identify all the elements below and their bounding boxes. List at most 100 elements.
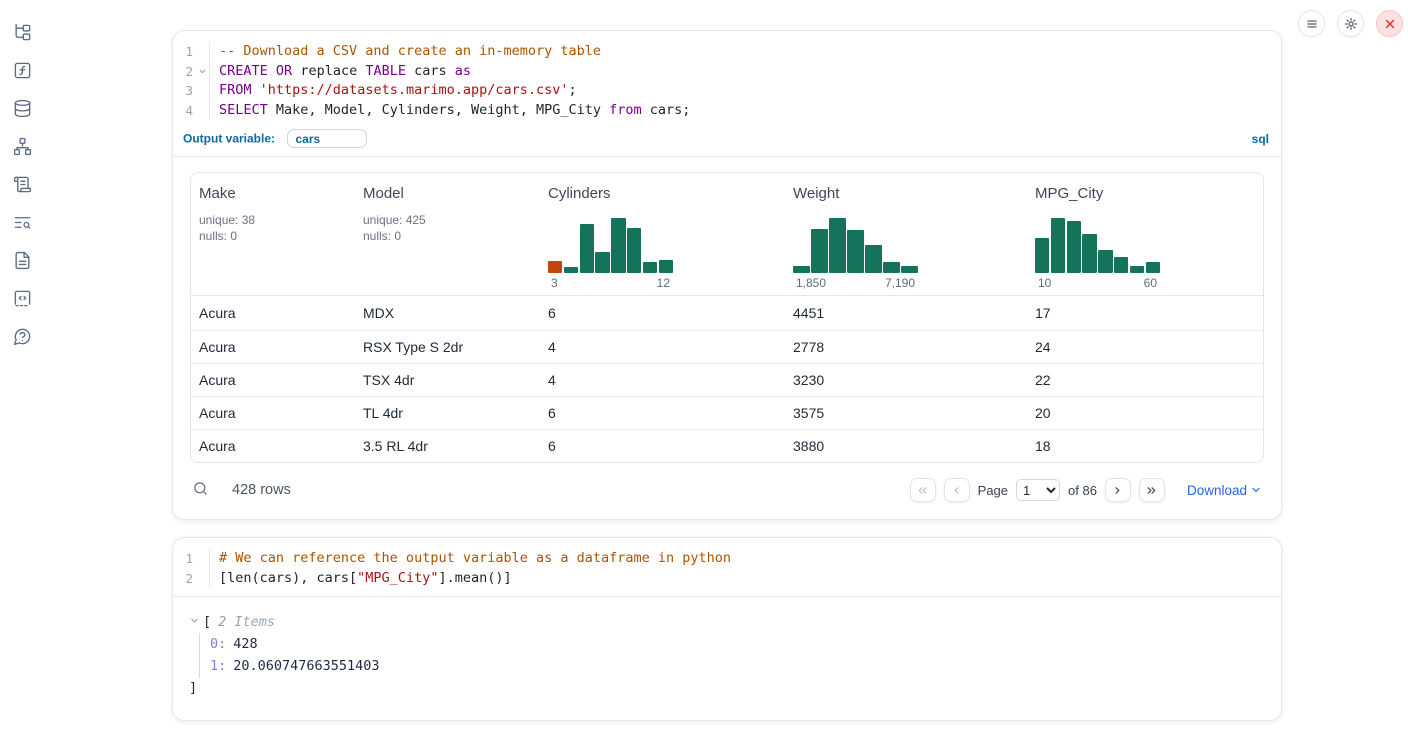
histogram-bars (548, 218, 673, 273)
code-line[interactable]: 1 -- Download a CSV and create an in-memo… (173, 42, 1281, 62)
database-icon[interactable] (10, 96, 34, 120)
table-cell: Acura (191, 305, 355, 321)
notebook-cells: 1 -- Download a CSV and create an in-memo… (172, 30, 1282, 721)
snippets-code-icon[interactable] (10, 286, 34, 310)
code-line[interactable]: 2CREATE OR replace TABLE cars as (173, 62, 1281, 82)
column-header[interactable]: MPG_City1060 (1027, 173, 1263, 295)
network-icon[interactable] (10, 134, 34, 158)
histogram-bar (548, 261, 562, 273)
histogram-axis: 1,8507,190 (793, 276, 918, 290)
column-header[interactable]: Makeunique: 38nulls: 0 (191, 173, 355, 295)
code-token: cars; (642, 102, 691, 118)
text-search-icon[interactable] (10, 210, 34, 234)
download-button[interactable]: Download (1187, 483, 1262, 498)
tree-key: 0: (210, 636, 226, 652)
table-row[interactable]: AcuraRSX Type S 2dr4277824 (191, 330, 1263, 363)
code-token: SELECT (219, 102, 268, 118)
table-cell: MDX (355, 305, 540, 321)
chevron-down-icon (1250, 484, 1262, 496)
file-tree-icon[interactable] (10, 20, 34, 44)
help-circle-icon[interactable] (10, 324, 34, 348)
column-stats: unique: 38nulls: 0 (199, 212, 347, 244)
code-text[interactable]: # We can reference the output variable a… (209, 549, 1281, 569)
column-histogram: 1,8507,190 (793, 218, 918, 290)
fold-spacer (195, 549, 209, 569)
histogram-bar (1035, 238, 1049, 274)
output-variable-input[interactable] (287, 129, 367, 148)
table-cell: Acura (191, 339, 355, 355)
code-text[interactable]: -- Download a CSV and create an in-memor… (209, 42, 1281, 62)
fold-chevron-icon[interactable] (195, 62, 209, 82)
python-cell: 1# We can reference the output variable … (172, 537, 1282, 720)
histogram-bar (901, 266, 918, 273)
sql-code-editor[interactable]: 1 -- Download a CSV and create an in-memo… (173, 31, 1281, 127)
tree-collapse-icon[interactable] (189, 611, 203, 633)
histogram-bar (811, 229, 828, 273)
code-token: Make, Model, Cylinders, Weight, MPG_City (268, 102, 609, 118)
page-select[interactable]: 1 (1016, 479, 1060, 501)
code-token: [len(cars), cars[ (219, 570, 357, 586)
python-cell-output: [ 2 Items 0:4281:20.060747663551403 ] (173, 597, 1281, 720)
helper-panel-sidebar (0, 0, 44, 348)
sql-cell-meta-bar: Output variable: sql (173, 127, 1281, 157)
python-code-editor[interactable]: 1# We can reference the output variable … (173, 538, 1281, 596)
axis-max-label: 12 (657, 276, 670, 290)
column-stats: unique: 425nulls: 0 (363, 212, 532, 244)
column-name: Weight (793, 185, 1019, 202)
code-line[interactable]: 2[len(cars), cars["MPG_City"].mean()] (173, 569, 1281, 589)
table-cell: Acura (191, 438, 355, 454)
cars-data-table: Makeunique: 38nulls: 0 Model unique: 425nu… (190, 172, 1264, 463)
table-row[interactable]: AcuraTL 4dr6357520 (191, 396, 1263, 429)
settings-gear-icon[interactable] (1337, 10, 1364, 37)
column-name: MPG_City (1035, 185, 1255, 202)
code-token: TABLE (365, 63, 406, 79)
tree-key: 1: (210, 658, 226, 674)
table-cell: 4 (540, 372, 785, 388)
axis-min-label: 10 (1038, 276, 1051, 290)
search-icon[interactable] (192, 480, 209, 501)
previous-page-button[interactable] (944, 478, 970, 502)
table-row[interactable]: Acura3.5 RL 4dr6388018 (191, 429, 1263, 462)
histogram-bar (1067, 221, 1081, 273)
table-row[interactable]: AcuraTSX 4dr4323022 (191, 363, 1263, 396)
column-header[interactable]: Weight 1,8507,190 (785, 173, 1027, 295)
file-text-icon[interactable] (10, 248, 34, 272)
menu-icon[interactable] (1298, 10, 1325, 37)
table-row[interactable]: AcuraMDX6445117 (191, 296, 1263, 329)
code-token: FROM (219, 82, 252, 98)
table-cell: 3880 (785, 438, 1027, 454)
histogram-bar (1051, 218, 1065, 273)
code-token: replace (292, 63, 365, 79)
line-number: 1 (173, 42, 195, 62)
code-text[interactable]: FROM 'https://datasets.marimo.app/cars.c… (209, 81, 1281, 101)
histogram-bar (883, 262, 900, 273)
code-text[interactable]: CREATE OR replace TABLE cars as (209, 62, 1281, 82)
axis-min-label: 1,850 (796, 276, 826, 290)
code-text[interactable]: [len(cars), cars["MPG_City"].mean()] (209, 569, 1281, 589)
table-footer: 428 rows Page 1 of 86 Download (190, 475, 1264, 505)
code-text[interactable]: SELECT Make, Model, Cylinders, Weight, M… (209, 101, 1281, 121)
fold-spacer (195, 101, 209, 121)
histogram-bar (1098, 250, 1112, 273)
column-name: Model (363, 185, 532, 202)
scroll-text-icon[interactable] (10, 172, 34, 196)
code-token: 'https://datasets.marimo.app/cars.csv' (260, 82, 569, 98)
code-line[interactable]: 4SELECT Make, Model, Cylinders, Weight, … (173, 101, 1281, 121)
column-header[interactable]: Cylinders312 (540, 173, 785, 295)
column-name: Cylinders (548, 185, 777, 202)
sql-cell: 1 -- Download a CSV and create an in-memo… (172, 30, 1282, 520)
code-token (268, 63, 276, 79)
first-page-button[interactable] (910, 478, 936, 502)
code-line[interactable]: 3FROM 'https://datasets.marimo.app/cars.… (173, 81, 1281, 101)
next-page-button[interactable] (1105, 478, 1131, 502)
tree-open-bracket: [ (203, 611, 211, 633)
table-cell: Acura (191, 405, 355, 421)
histogram-bar (580, 224, 594, 274)
histogram-bar (627, 228, 641, 273)
shutdown-close-icon[interactable] (1376, 10, 1403, 37)
code-token: OR (276, 63, 292, 79)
column-header[interactable]: Model unique: 425nulls: 0 (355, 173, 540, 295)
code-line[interactable]: 1# We can reference the output variable … (173, 549, 1281, 569)
last-page-button[interactable] (1139, 478, 1165, 502)
function-square-icon[interactable] (10, 58, 34, 82)
